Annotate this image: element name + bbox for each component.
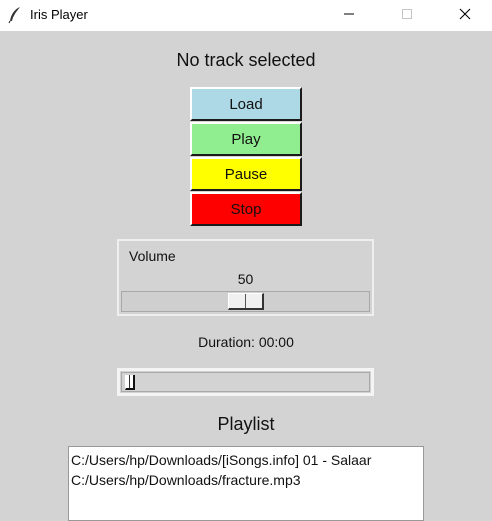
minimize-button[interactable] — [326, 0, 372, 31]
feather-icon — [7, 6, 23, 24]
playlist-listbox[interactable]: C:/Users/hp/Downloads/[iSongs.info] 01 -… — [68, 446, 424, 521]
window-title: Iris Player — [30, 7, 88, 22]
progress-slider-handle[interactable] — [125, 375, 135, 390]
playlist-item[interactable]: C:/Users/hp/Downloads/[iSongs.info] 01 -… — [69, 450, 423, 470]
playlist-item[interactable]: C:/Users/hp/Downloads/fracture.mp3 — [69, 470, 423, 490]
pause-button-label: Pause — [224, 165, 268, 183]
play-button-label: Play — [231, 130, 261, 148]
close-icon — [459, 7, 471, 25]
track-title: No track selected — [176, 50, 316, 70]
close-button[interactable] — [442, 0, 488, 31]
playlist-label: Playlist — [217, 414, 275, 434]
volume-label: Volume — [129, 248, 176, 264]
minimize-icon — [343, 7, 355, 25]
pause-button[interactable]: Pause — [190, 157, 302, 191]
maximize-icon — [401, 7, 413, 25]
volume-value: 50 — [237, 271, 254, 287]
volume-frame: Volume 50 — [117, 239, 374, 316]
load-button[interactable]: Load — [190, 87, 302, 121]
progress-slider[interactable] — [121, 372, 370, 392]
progress-frame — [117, 368, 374, 396]
stop-button-label: Stop — [230, 200, 262, 218]
load-button-label: Load — [229, 95, 263, 113]
title-bar: Iris Player — [0, 0, 492, 31]
duration-display: Duration: 00:00 — [198, 334, 294, 350]
play-button[interactable]: Play — [190, 122, 302, 156]
volume-slider-handle[interactable] — [228, 293, 264, 310]
stop-button[interactable]: Stop — [190, 192, 302, 226]
maximize-button[interactable] — [384, 0, 430, 31]
volume-slider[interactable] — [121, 291, 370, 312]
